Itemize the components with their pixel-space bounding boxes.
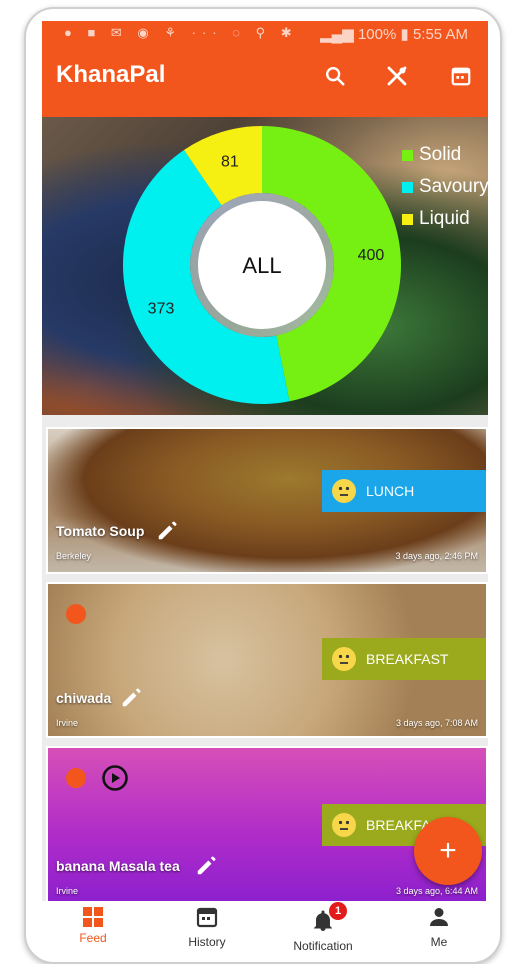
notification-badge: 1 [329,902,347,920]
legend-item-solid: Solid [402,139,488,171]
person-icon [427,905,451,929]
neutral-face-icon [332,813,356,837]
phone-frame: ● ■ ✉ ◉ ⚘ ··· ◌ ⚲ ✱ ▂▄▆ 100% ▮ 5:55 AM K… [24,7,502,964]
search-icon[interactable] [320,61,350,91]
status-bar: ● ■ ✉ ◉ ⚘ ··· ◌ ⚲ ✱ ▂▄▆ 100% ▮ 5:55 AM [42,21,488,47]
feed-card[interactable]: BREAKFAST chiwada Irvine 3 days ago, 7:0… [46,582,488,738]
meal-label: LUNCH [366,483,415,499]
status-dot [66,604,86,624]
food-timestamp: 3 days ago, 2:46 PM [395,551,478,561]
food-timestamp: 3 days ago, 6:44 AM [395,886,478,896]
utensils-icon[interactable] [382,61,412,91]
legend-label: Liquid [419,208,470,229]
food-name: Tomato Soup [56,523,145,539]
calendar-icon[interactable] [446,61,476,91]
food-timestamp: 3 days ago, 7:08 AM [395,718,478,728]
neutral-face-icon [332,479,356,503]
legend-swatch [402,213,413,225]
app-title: KhanaPal [56,61,166,88]
edit-icon[interactable] [195,855,219,879]
app-bar: KhanaPal [42,47,488,117]
food-location: Berkeley [56,551,92,561]
food-location: Irvine [56,718,79,728]
meal-tag-lunch: LUNCH [322,470,486,512]
status-right: ▂▄▆ 100% ▮ 5:55 AM [320,25,468,43]
status-dot [66,768,86,788]
feed-card[interactable]: BREAKFAST banana Masala tea Irvine 3 day… [46,746,488,908]
nav-label: Feed [79,931,107,945]
slice-value-label: 81 [221,153,239,170]
legend-swatch [402,181,413,193]
bottom-navigation: Feed History 1 Notification Me [42,901,488,951]
meal-tag-breakfast: BREAKFAST [322,638,486,680]
slice-value-label: 400 [358,247,385,264]
food-name: banana Masala tea [56,858,180,874]
grid-icon [81,905,105,929]
calendar-icon [195,905,219,929]
nav-notification[interactable]: 1 Notification [278,901,368,951]
slice-value-label: 373 [148,300,175,317]
battery-percent: 100% [357,26,397,43]
edit-icon[interactable] [156,520,180,544]
food-name: chiwada [56,690,112,706]
nav-label: Me [430,935,448,949]
nav-feed[interactable]: Feed [48,901,138,951]
nav-label: Notification [293,939,353,951]
nav-history[interactable]: History [162,901,252,951]
chart-legend: Solid Savoury Liquid [402,139,488,235]
edit-icon[interactable] [120,687,144,711]
neutral-face-icon [332,647,356,671]
nav-label: History [188,935,226,949]
app-screen: ● ■ ✉ ◉ ⚘ ··· ◌ ⚲ ✱ ▂▄▆ 100% ▮ 5:55 AM K… [42,21,488,951]
signal-icon: ▂▄▆ [320,26,354,43]
add-icon: + [439,834,457,867]
food-location: Irvine [56,886,79,896]
summary-chart-panel: 400 373 81 ALL Solid Savoury Liquid [42,117,488,415]
legend-item-savoury: Savoury [402,171,488,203]
feed-card[interactable]: LUNCH Tomato Soup Berkeley 3 days ago, 2… [46,427,488,574]
legend-label: Solid [419,144,462,165]
clock: 5:55 AM [412,26,468,43]
play-icon[interactable] [101,764,129,792]
battery-icon: ▮ [400,26,409,43]
notification-icons: ● ■ ✉ ◉ ⚘ ··· ◌ ⚲ ✱ [64,25,298,40]
legend-swatch [402,149,413,161]
legend-label: Savoury [419,176,488,197]
add-meal-button[interactable]: + [414,817,482,885]
donut-center-label: ALL [242,253,281,278]
legend-item-liquid: Liquid [402,203,488,235]
meal-label: BREAKFAST [366,651,449,667]
nav-me[interactable]: Me [394,901,484,951]
